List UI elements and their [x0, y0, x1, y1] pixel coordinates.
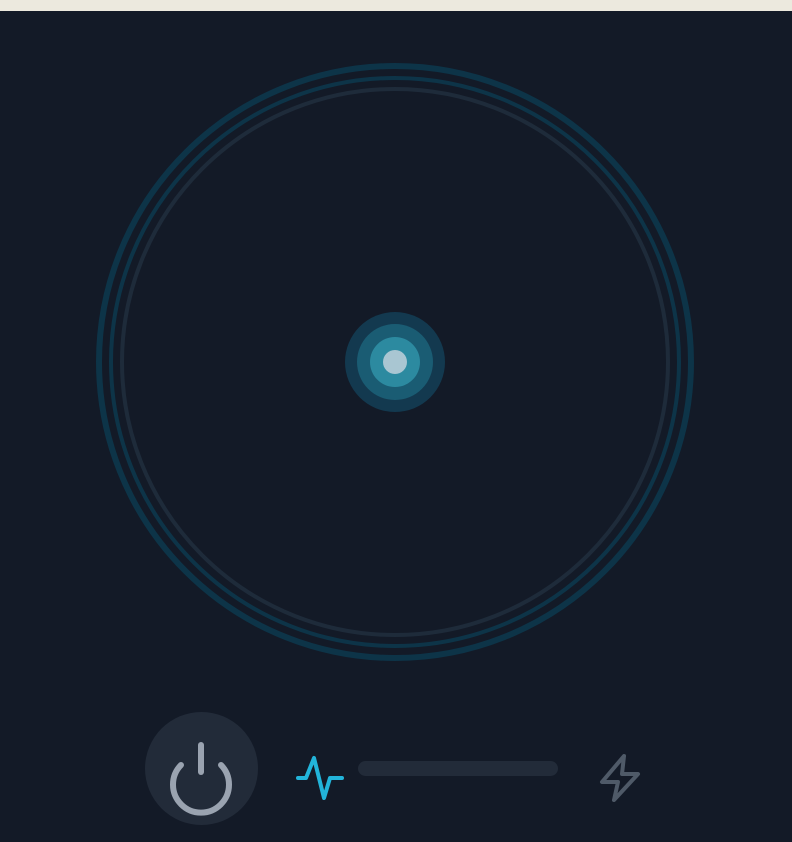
level-slider[interactable] — [358, 761, 558, 776]
pulse-icon — [296, 756, 344, 800]
device-panel — [0, 11, 792, 842]
control-bar — [0, 701, 792, 842]
center-dot — [383, 350, 407, 374]
dial — [96, 63, 694, 661]
power-icon — [170, 742, 232, 816]
lightning-bolt-icon — [600, 754, 640, 802]
top-bar — [0, 0, 792, 11]
dial-center-indicator — [345, 312, 445, 412]
power-button[interactable] — [145, 712, 258, 825]
